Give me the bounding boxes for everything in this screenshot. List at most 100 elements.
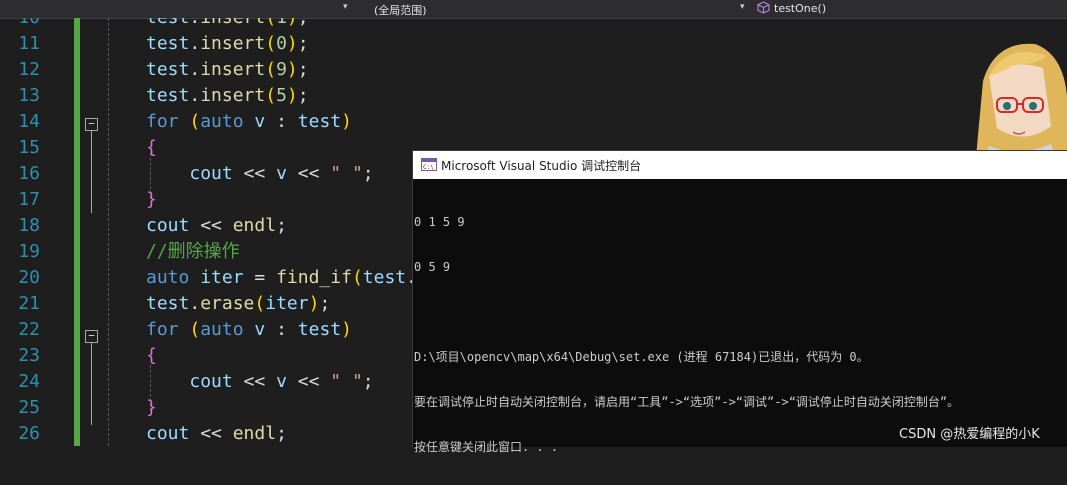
code-token: test bbox=[146, 33, 190, 54]
code-token: . bbox=[189, 59, 201, 80]
code-token: iter bbox=[265, 293, 309, 314]
debug-console-window[interactable]: C:\ Microsoft Visual Studio 调试控制台 0 1 5 … bbox=[412, 150, 1067, 454]
code-token: v bbox=[276, 163, 287, 184]
code-token: . bbox=[189, 18, 200, 28]
code-token: ) bbox=[308, 293, 320, 314]
console-line: 要在调试停止时自动关闭控制台，请启用“工具”->“选项”->“调试”->“调试停… bbox=[414, 395, 960, 409]
line-number: 12 bbox=[18, 59, 40, 80]
code-token: . bbox=[189, 293, 201, 314]
watermark: CSDN @热爱编程的小K bbox=[899, 427, 1040, 442]
code-token: ( bbox=[265, 59, 277, 80]
code-token: auto bbox=[200, 319, 244, 340]
svg-text:C:\: C:\ bbox=[423, 164, 434, 171]
code-token: ; bbox=[297, 59, 309, 80]
line-number: 26 bbox=[18, 423, 40, 444]
code-token: for bbox=[146, 111, 179, 132]
line-number: 15 bbox=[18, 137, 40, 158]
code-token: ; bbox=[319, 293, 331, 314]
code-token: ; bbox=[276, 215, 287, 236]
code-text: //删除操作 bbox=[146, 239, 240, 265]
code-token: ) bbox=[341, 319, 352, 340]
code-text: { bbox=[146, 135, 157, 161]
code-token: ( bbox=[351, 267, 363, 288]
code-token: { bbox=[146, 345, 157, 366]
console-title-bar[interactable]: C:\ Microsoft Visual Studio 调试控制台 bbox=[413, 151, 1067, 179]
scope-left-dropdown-arrow-icon[interactable]: ▾ bbox=[343, 2, 348, 12]
code-token: insert bbox=[200, 59, 266, 80]
code-token: //删除操作 bbox=[146, 241, 240, 262]
code-text: cout << v << " "; bbox=[146, 161, 373, 187]
line-number: 24 bbox=[18, 371, 40, 392]
line-number: 23 bbox=[18, 345, 40, 366]
code-token: ( bbox=[189, 111, 201, 132]
function-dropdown[interactable]: testOne() bbox=[774, 2, 826, 15]
line-number: 20 bbox=[18, 267, 40, 288]
code-token: cout bbox=[189, 371, 233, 392]
code-token: . bbox=[189, 33, 201, 54]
code-text: test.insert(0); bbox=[146, 31, 309, 57]
console-line: 0 1 5 9 bbox=[414, 215, 465, 229]
code-token: ( bbox=[189, 319, 201, 340]
code-line[interactable]: 14 for (auto v : test) bbox=[0, 109, 1067, 135]
code-token: } bbox=[146, 189, 157, 210]
line-number: 17 bbox=[18, 189, 40, 210]
code-token: << bbox=[189, 423, 233, 444]
code-text: } bbox=[146, 395, 157, 421]
code-token: test bbox=[297, 319, 342, 340]
code-token: v bbox=[254, 319, 266, 340]
console-line: D:\项目\opencv\map\x64\Debug\set.exe (进程 6… bbox=[414, 350, 869, 364]
code-text: test.insert(9); bbox=[146, 57, 309, 83]
code-token: cout bbox=[189, 163, 233, 184]
code-token: ( bbox=[265, 18, 276, 28]
line-number: 18 bbox=[18, 215, 40, 236]
code-token: ; bbox=[362, 371, 374, 392]
code-token: cout bbox=[146, 215, 190, 236]
code-token: { bbox=[146, 137, 157, 158]
code-token: : bbox=[265, 111, 298, 132]
code-text: { bbox=[146, 343, 157, 369]
line-number: 21 bbox=[18, 293, 40, 314]
code-text: cout << v << " "; bbox=[146, 369, 374, 395]
code-text: test.erase(iter); bbox=[146, 291, 330, 317]
scope-dropdown[interactable]: (全局范围) bbox=[374, 2, 427, 18]
line-number: 10 bbox=[0, 18, 40, 31]
code-text: for (auto v : test) bbox=[146, 317, 352, 343]
code-token: ( bbox=[265, 33, 277, 54]
code-token: insert bbox=[200, 18, 265, 28]
code-token: endl bbox=[232, 215, 277, 236]
code-token: test bbox=[146, 85, 190, 106]
code-token: ) bbox=[287, 18, 298, 28]
code-token: 0 bbox=[276, 33, 287, 54]
code-token: endl bbox=[232, 423, 277, 444]
line-number: 16 bbox=[18, 163, 40, 184]
code-token: << bbox=[286, 163, 331, 184]
code-line[interactable]: 12 test.insert(9); bbox=[0, 57, 1067, 83]
scope-dropdown-arrow-icon[interactable]: ▾ bbox=[740, 2, 745, 12]
code-line[interactable]: 11 test.insert(0); bbox=[0, 31, 1067, 57]
code-token: 5 bbox=[276, 85, 287, 106]
code-token: ( bbox=[265, 85, 277, 106]
code-token: ; bbox=[297, 85, 309, 106]
code-token: ; bbox=[298, 18, 309, 28]
background-character-image bbox=[955, 36, 1067, 168]
code-line[interactable]: 13 test.insert(5); bbox=[0, 83, 1067, 109]
line-number: 13 bbox=[18, 85, 40, 106]
code-token: : bbox=[265, 319, 298, 340]
code-token: << bbox=[286, 371, 331, 392]
console-icon: C:\ bbox=[421, 158, 437, 171]
line-number: 25 bbox=[18, 397, 40, 418]
line-number: 14 bbox=[18, 111, 40, 132]
code-line[interactable]: 10 test.insert(1); bbox=[0, 18, 1067, 31]
line-number: 19 bbox=[18, 241, 40, 262]
console-line: 0 5 9 bbox=[414, 260, 451, 274]
code-token: ) bbox=[341, 111, 352, 132]
code-token: ) bbox=[286, 59, 298, 80]
code-token: } bbox=[146, 397, 157, 418]
code-token: << bbox=[232, 163, 277, 184]
code-token: 1 bbox=[276, 18, 287, 28]
